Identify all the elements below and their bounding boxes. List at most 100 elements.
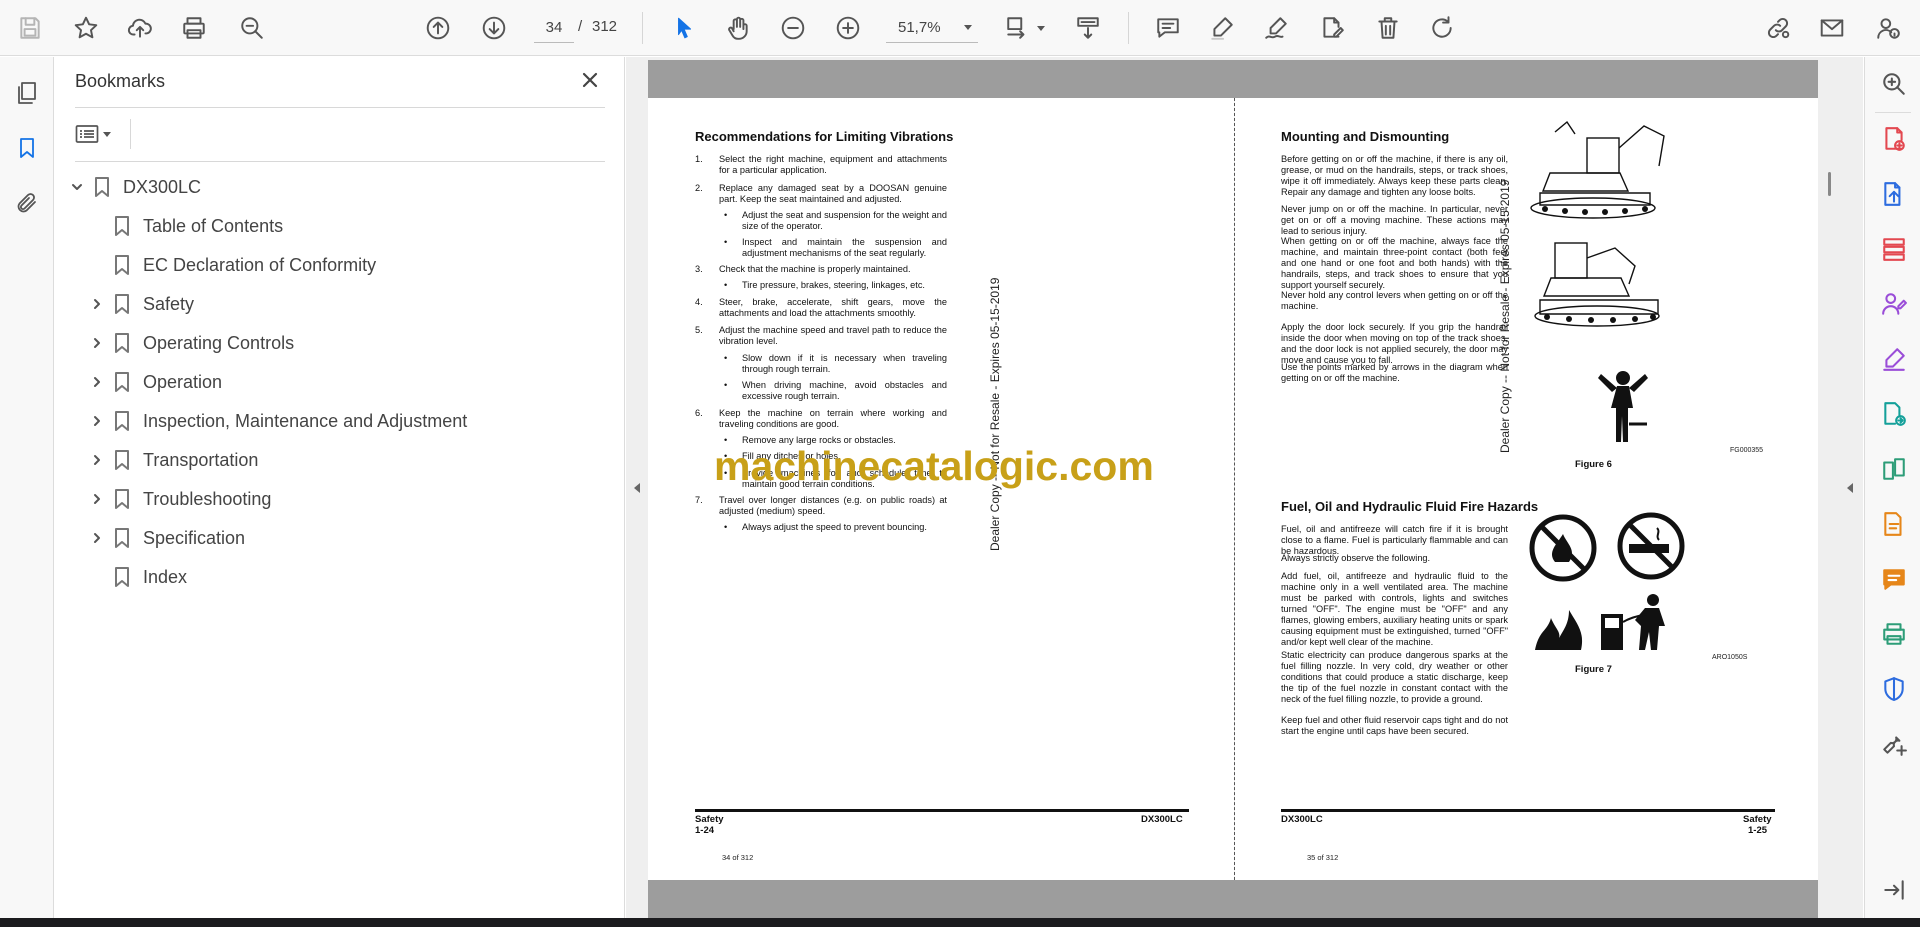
bookmark-item[interactable]: Table of Contents — [87, 211, 283, 241]
list-item: Keep the machine on terrain where workin… — [719, 408, 947, 429]
print-production-icon[interactable] — [1879, 619, 1909, 649]
bookmark-label: Table of Contents — [143, 215, 284, 236]
bookmark-options-button[interactable] — [75, 119, 121, 149]
next-page-icon[interactable] — [476, 10, 512, 46]
fill-and-sign-icon[interactable] — [1879, 344, 1909, 374]
chevron-down-icon[interactable] — [67, 177, 87, 197]
list-number: 1. — [695, 154, 703, 164]
bookmark-item[interactable]: Index — [87, 562, 187, 592]
page-of-label: 34 of 312 — [722, 853, 754, 862]
toolbar-divider — [1128, 12, 1129, 44]
chevron-right-icon[interactable] — [87, 489, 107, 509]
bookmark-item[interactable]: EC Declaration of Conformity — [87, 250, 376, 280]
paragraph: Static electricity can produce dangerous… — [1281, 650, 1508, 704]
figure-caption: Figure 7 — [1575, 664, 1612, 675]
star-icon[interactable] — [68, 10, 104, 46]
bookmark-icon — [113, 332, 131, 354]
bookmark-label: Specification — [143, 527, 246, 548]
list-item: Tire pressure, brakes, steering, linkage… — [742, 280, 925, 290]
draw-signature-icon[interactable] — [1258, 10, 1294, 46]
zoom-search-icon[interactable] — [1879, 69, 1909, 99]
footer-section: Safety — [695, 814, 724, 825]
find-text-icon[interactable] — [234, 10, 270, 46]
divider — [130, 119, 131, 149]
scrollbar-thumb[interactable] — [1828, 172, 1831, 196]
page-gutter-top — [648, 60, 1818, 98]
paragraph: Use the points marked by arrows in the d… — [1281, 362, 1508, 383]
bookmark-label: Inspection, Maintenance and Adjustment — [143, 410, 468, 431]
delete-trash-icon[interactable] — [1370, 10, 1406, 46]
collapse-left-panel-icon[interactable] — [630, 478, 644, 498]
close-icon[interactable] — [577, 67, 603, 93]
bookmark-label: Transportation — [143, 449, 259, 470]
send-for-review-icon[interactable] — [1879, 399, 1909, 429]
bookmark-icon[interactable] — [11, 132, 43, 164]
account-help-icon[interactable] — [1870, 10, 1906, 46]
bookmark-icon — [113, 527, 131, 549]
zoom-in-icon[interactable] — [830, 10, 866, 46]
chevron-down-icon[interactable] — [1037, 26, 1045, 31]
select-cursor-icon[interactable] — [666, 10, 702, 46]
person-climbing-icon — [1598, 371, 1648, 442]
share-link-icon[interactable] — [1760, 10, 1796, 46]
hand-tool-icon[interactable] — [720, 10, 756, 46]
bookmark-item[interactable]: Safety — [87, 289, 194, 319]
bookmark-item[interactable]: Specification — [87, 523, 245, 553]
pdf-page-right: Mounting and Dismounting Before getting … — [1235, 98, 1818, 880]
rotate-icon[interactable] — [1424, 10, 1460, 46]
chevron-down-icon — [103, 131, 111, 137]
chevron-right-icon[interactable] — [87, 372, 107, 392]
highlight-pen-icon[interactable] — [1204, 10, 1240, 46]
refueling-fire-icon — [1535, 594, 1665, 650]
more-tools-icon[interactable] — [1879, 729, 1909, 759]
toolbar-divider — [642, 12, 643, 44]
chevron-right-icon[interactable] — [87, 528, 107, 548]
bookmark-icon — [113, 215, 131, 237]
email-icon[interactable] — [1814, 10, 1850, 46]
chevron-right-icon[interactable] — [87, 294, 107, 314]
protect-shield-icon[interactable] — [1879, 674, 1909, 704]
comment-icon[interactable] — [1150, 10, 1186, 46]
bookmark-label: Safety — [143, 293, 195, 314]
collapse-right-panel-icon[interactable] — [1843, 478, 1857, 498]
list-item: Always adjust the speed to prevent bounc… — [742, 522, 927, 532]
previous-page-icon[interactable] — [420, 10, 456, 46]
create-pdf-icon[interactable] — [1879, 124, 1909, 154]
bookmark-item[interactable]: Transportation — [87, 445, 258, 475]
page-number-input[interactable] — [534, 13, 574, 43]
bookmark-item[interactable]: Operation — [87, 367, 222, 397]
footer-model: DX300LC — [1281, 814, 1323, 825]
paragraph: Always strictly observe the following. — [1281, 553, 1431, 563]
upload-cloud-icon[interactable] — [122, 10, 158, 46]
list-number: 5. — [695, 325, 703, 335]
list-item: Check that the machine is properly maint… — [719, 264, 911, 274]
bookmark-label: Index — [143, 566, 188, 587]
watermark-text: machinecatalogic.com — [714, 443, 1154, 489]
bookmark-root[interactable]: DX300LC — [67, 172, 201, 202]
comment-tool-icon[interactable] — [1879, 564, 1909, 594]
zoom-out-icon[interactable] — [775, 10, 811, 46]
bookmark-item[interactable]: Troubleshooting — [87, 484, 271, 514]
organize-pages-icon[interactable] — [1879, 234, 1909, 264]
footer-rule — [695, 809, 1189, 812]
print-icon[interactable] — [176, 10, 212, 46]
expand-panel-icon[interactable] — [1879, 875, 1909, 905]
dealer-copy-notice: Dealer Copy -- Not for Resale - Expires … — [988, 277, 1002, 551]
chevron-right-icon[interactable] — [87, 333, 107, 353]
request-signatures-icon[interactable] — [1879, 289, 1909, 319]
page-fit-icon[interactable] — [1000, 10, 1036, 46]
save-icon[interactable] — [12, 10, 48, 46]
edit-pdf-icon[interactable] — [1879, 509, 1909, 539]
bookmark-item[interactable]: Operating Controls — [87, 328, 294, 358]
scroll-mode-icon[interactable] — [1070, 10, 1106, 46]
page-thumbnails-icon[interactable] — [11, 77, 43, 109]
bookmark-item[interactable]: Inspection, Maintenance and Adjustment — [87, 406, 467, 436]
compare-files-icon[interactable] — [1879, 454, 1909, 484]
export-pdf-icon[interactable] — [1879, 179, 1909, 209]
excavator-mounting-illustration — [1530, 120, 1665, 327]
fill-sign-icon[interactable] — [1314, 10, 1350, 46]
zoom-level-dropdown[interactable]: 51,7% — [886, 13, 978, 43]
attachment-paperclip-icon[interactable] — [11, 187, 43, 219]
chevron-right-icon[interactable] — [87, 450, 107, 470]
chevron-right-icon[interactable] — [87, 411, 107, 431]
